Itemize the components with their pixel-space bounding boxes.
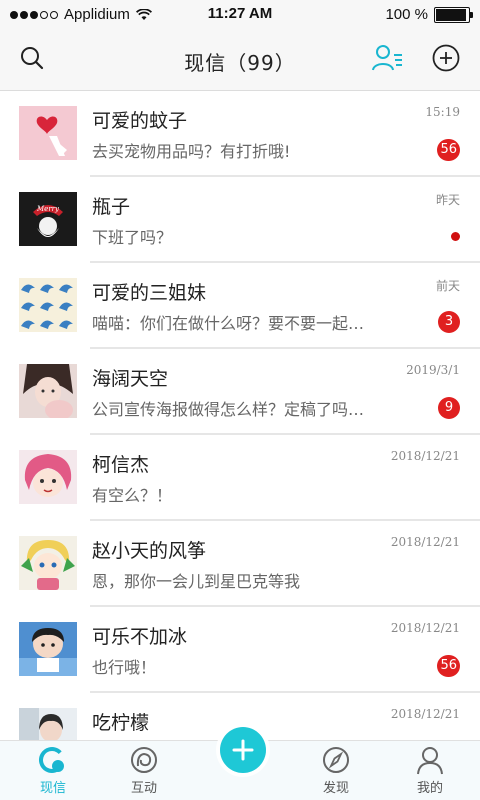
message-preview: 喵喵：你们在做什么呀？要不要一起… — [92, 314, 365, 333]
tab-messages[interactable]: 现信 — [5, 741, 101, 800]
chat-bubble-icon — [39, 747, 65, 773]
contact-name: 可乐不加冰 — [92, 626, 188, 648]
tab-label: 我的 — [416, 781, 443, 796]
unread-dot — [451, 232, 460, 241]
message-time: 2018/12/21 — [390, 707, 460, 721]
contacts-list-icon — [372, 45, 402, 71]
avatar — [19, 278, 77, 332]
page-title: 现信（99） — [184, 51, 296, 75]
unread-badge: 56 — [437, 139, 460, 161]
message-preview: 下班了吗？ — [92, 228, 173, 247]
avatar — [19, 106, 77, 160]
plus-icon — [232, 739, 254, 761]
add-button[interactable] — [430, 42, 462, 74]
message-time: 2019/3/1 — [406, 363, 460, 377]
tab-label: 发现 — [322, 781, 349, 796]
message-preview: 也行哦！ — [92, 658, 157, 677]
conversation-row[interactable]: 可爱的蚊子 去买宠物用品吗？有打折哦! 15:19 56 — [0, 91, 480, 177]
unread-badge: 3 — [438, 311, 460, 333]
compose-button[interactable] — [220, 727, 266, 773]
app-screen: Applidium 11:27 AM 100 % 现信（99） 可爱的蚊子 去买… — [0, 0, 480, 800]
status-right: 100 % — [385, 6, 473, 23]
profile-icon — [417, 747, 443, 775]
conversation-row[interactable]: 柯信杰 有空么？！ 2018/12/21 — [0, 435, 480, 521]
avatar — [19, 364, 77, 418]
tab-interact[interactable]: 互动 — [96, 741, 192, 800]
avatar — [19, 450, 77, 504]
contact-name: 可爱的蚊子 — [92, 110, 188, 132]
conversation-row[interactable]: 可乐不加冰 也行哦！ 2018/12/21 56 — [0, 607, 480, 693]
conversation-row[interactable]: 赵小天的风筝 恩，那你一会儿到星巴克等我 2018/12/21 — [0, 521, 480, 607]
status-bar: Applidium 11:27 AM 100 % — [0, 0, 480, 30]
compass-icon — [323, 747, 349, 773]
tab-label: 互动 — [130, 781, 157, 796]
unread-badge: 56 — [437, 655, 460, 677]
contact-name: 赵小天的风筝 — [92, 540, 207, 562]
contact-name: 海阔天空 — [92, 368, 169, 390]
message-time: 昨天 — [435, 193, 460, 207]
conversation-list: 可爱的蚊子 去买宠物用品吗？有打折哦! 15:19 56 Merry 瓶子 下班… — [0, 91, 480, 740]
message-time: 前天 — [435, 279, 460, 293]
svg-text:Merry: Merry — [36, 205, 60, 213]
conversation-row[interactable]: 可爱的三姐妹 喵喵：你们在做什么呀？要不要一起… 前天 3 — [0, 263, 480, 349]
nav-header: 现信（99） — [0, 30, 480, 91]
unread-badge: 9 — [438, 397, 460, 419]
battery-icon — [434, 6, 473, 23]
message-preview: 去买宠物用品吗？有打折哦! — [92, 142, 291, 161]
avatar — [19, 708, 77, 740]
message-time: 15:19 — [425, 105, 460, 119]
plus-circle-icon — [432, 44, 460, 72]
conversation-row[interactable]: Merry 瓶子 下班了吗？ 昨天 — [0, 177, 480, 263]
tab-profile[interactable]: 我的 — [382, 741, 478, 800]
message-preview: 恩，那你一会儿到星巴克等我 — [92, 572, 301, 591]
contact-name: 吃柠檬 — [92, 712, 150, 734]
message-preview: 公司宣传海报做得怎么样？定稿了吗… — [92, 400, 365, 419]
conversation-row[interactable]: 海阔天空 公司宣传海报做得怎么样？定稿了吗… 2019/3/1 9 — [0, 349, 480, 435]
battery-percent: 100 % — [385, 6, 428, 23]
contact-name: 可爱的三姐妹 — [92, 282, 207, 304]
message-time: 2018/12/21 — [390, 449, 460, 463]
tab-discover[interactable]: 发现 — [288, 741, 384, 800]
tab-label: 现信 — [39, 781, 66, 796]
contact-name: 柯信杰 — [92, 454, 150, 476]
message-time: 2018/12/21 — [390, 621, 460, 635]
message-preview: 有空么？！ — [92, 486, 173, 505]
avatar — [19, 622, 77, 676]
contacts-button[interactable] — [372, 42, 404, 74]
message-time: 2018/12/21 — [390, 535, 460, 549]
interact-icon — [131, 747, 157, 773]
contact-name: 瓶子 — [92, 196, 131, 218]
avatar — [19, 536, 77, 590]
avatar: Merry — [19, 192, 77, 246]
